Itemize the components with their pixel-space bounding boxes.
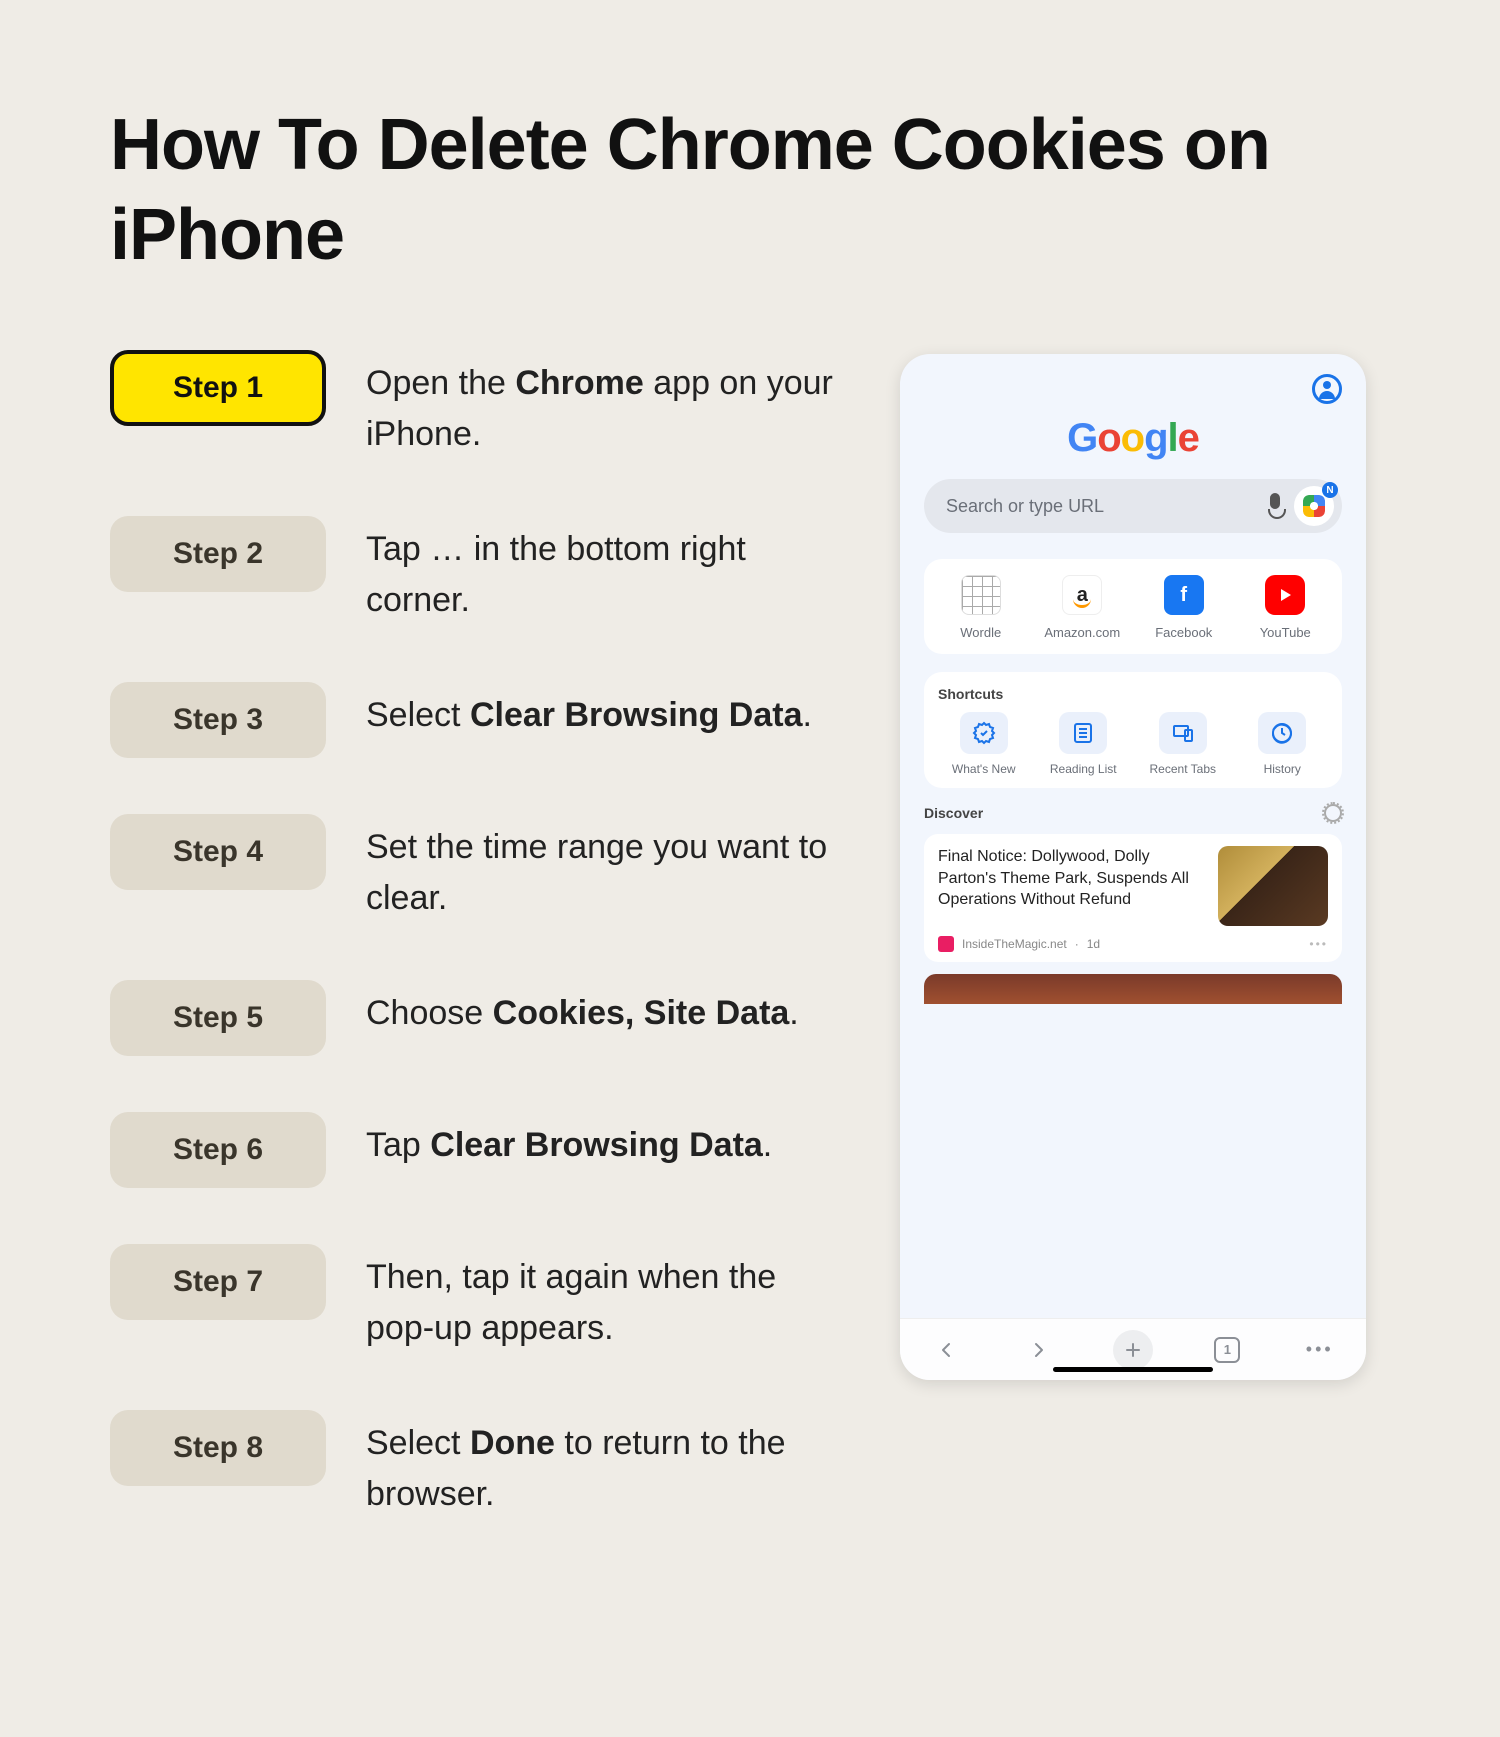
article-source: InsideTheMagic.net xyxy=(962,937,1067,951)
step-row: Step 2 Tap … in the bottom right corner. xyxy=(110,516,840,626)
article-headline: Final Notice: Dollywood, Dolly Parton's … xyxy=(938,846,1206,926)
step-text: Tap … in the bottom right corner. xyxy=(366,516,840,626)
wordle-icon xyxy=(961,575,1001,615)
profile-icon[interactable] xyxy=(1312,374,1342,404)
step-row: Step 7 Then, tap it again when the pop-up… xyxy=(110,1244,840,1354)
home-indicator xyxy=(1053,1367,1213,1372)
step-text: Select Clear Browsing Data. xyxy=(366,682,812,741)
list-icon xyxy=(1071,721,1095,745)
step-row: Step 1 Open the Chrome app on your iPhone… xyxy=(110,350,840,460)
step-text: Select Done to return to the browser. xyxy=(366,1410,840,1520)
page-title: How To Delete Chrome Cookies on iPhone xyxy=(110,100,1390,280)
amazon-icon: a xyxy=(1062,575,1102,615)
step-text: Then, tap it again when the pop-up appea… xyxy=(366,1244,840,1354)
menu-button[interactable]: ••• xyxy=(1302,1332,1338,1368)
youtube-icon xyxy=(1265,575,1305,615)
step-text: Choose Cookies, Site Data. xyxy=(366,980,799,1039)
search-placeholder: Search or type URL xyxy=(946,496,1256,517)
source-icon xyxy=(938,936,954,952)
article-menu-icon[interactable]: ••• xyxy=(1309,937,1328,951)
step-row: Step 3 Select Clear Browsing Data. xyxy=(110,682,840,758)
search-input[interactable]: Search or type URL xyxy=(924,479,1342,533)
step-badge: Step 3 xyxy=(110,682,326,758)
shortcut-whats-new[interactable]: What's New xyxy=(938,712,1030,776)
phone-mock: Google Search or type URL Wordle a Amazo… xyxy=(900,354,1366,1380)
shortcuts-title: Shortcuts xyxy=(938,686,1328,702)
badge-icon xyxy=(972,721,996,745)
shortcut-recent-tabs[interactable]: Recent Tabs xyxy=(1137,712,1229,776)
step-badge: Step 7 xyxy=(110,1244,326,1320)
new-tab-button[interactable] xyxy=(1113,1330,1153,1370)
step-badge: Step 6 xyxy=(110,1112,326,1188)
mic-icon[interactable] xyxy=(1266,493,1284,519)
step-badge: Step 1 xyxy=(110,350,326,426)
step-badge: Step 2 xyxy=(110,516,326,592)
back-button[interactable] xyxy=(928,1332,964,1368)
article-thumbnail xyxy=(1218,846,1328,926)
article-card[interactable]: Final Notice: Dollywood, Dolly Parton's … xyxy=(924,834,1342,962)
quick-link-wordle[interactable]: Wordle xyxy=(932,575,1030,640)
discover-label: Discover xyxy=(924,805,983,821)
shortcut-reading-list[interactable]: Reading List xyxy=(1038,712,1130,776)
next-article-preview xyxy=(924,974,1342,1004)
step-badge: Step 4 xyxy=(110,814,326,890)
quick-link-youtube[interactable]: YouTube xyxy=(1237,575,1335,640)
history-icon xyxy=(1270,721,1294,745)
tabs-button[interactable]: 1 xyxy=(1209,1332,1245,1368)
quick-link-facebook[interactable]: f Facebook xyxy=(1135,575,1233,640)
steps-list: Step 1 Open the Chrome app on your iPhone… xyxy=(110,350,840,1520)
forward-button[interactable] xyxy=(1021,1332,1057,1368)
gear-icon[interactable] xyxy=(1324,804,1342,822)
shortcut-history[interactable]: History xyxy=(1237,712,1329,776)
step-badge: Step 8 xyxy=(110,1410,326,1486)
quick-link-amazon[interactable]: a Amazon.com xyxy=(1034,575,1132,640)
step-row: Step 8 Select Done to return to the brows… xyxy=(110,1410,840,1520)
shortcuts-card: Shortcuts What's New Reading List Recent… xyxy=(924,672,1342,788)
google-logo: Google xyxy=(900,416,1366,461)
step-row: Step 4 Set the time range you want to cle… xyxy=(110,814,840,924)
devices-icon xyxy=(1171,721,1195,745)
lens-icon xyxy=(1303,495,1325,517)
facebook-icon: f xyxy=(1164,575,1204,615)
article-age: 1d xyxy=(1087,937,1100,951)
step-text: Tap Clear Browsing Data. xyxy=(366,1112,772,1171)
step-row: Step 5 Choose Cookies, Site Data. xyxy=(110,980,840,1056)
quick-links: Wordle a Amazon.com f Facebook YouTube xyxy=(924,559,1342,654)
step-badge: Step 5 xyxy=(110,980,326,1056)
step-text: Open the Chrome app on your iPhone. xyxy=(366,350,840,460)
step-text: Set the time range you want to clear. xyxy=(366,814,840,924)
lens-button[interactable] xyxy=(1294,486,1334,526)
step-row: Step 6 Tap Clear Browsing Data. xyxy=(110,1112,840,1188)
